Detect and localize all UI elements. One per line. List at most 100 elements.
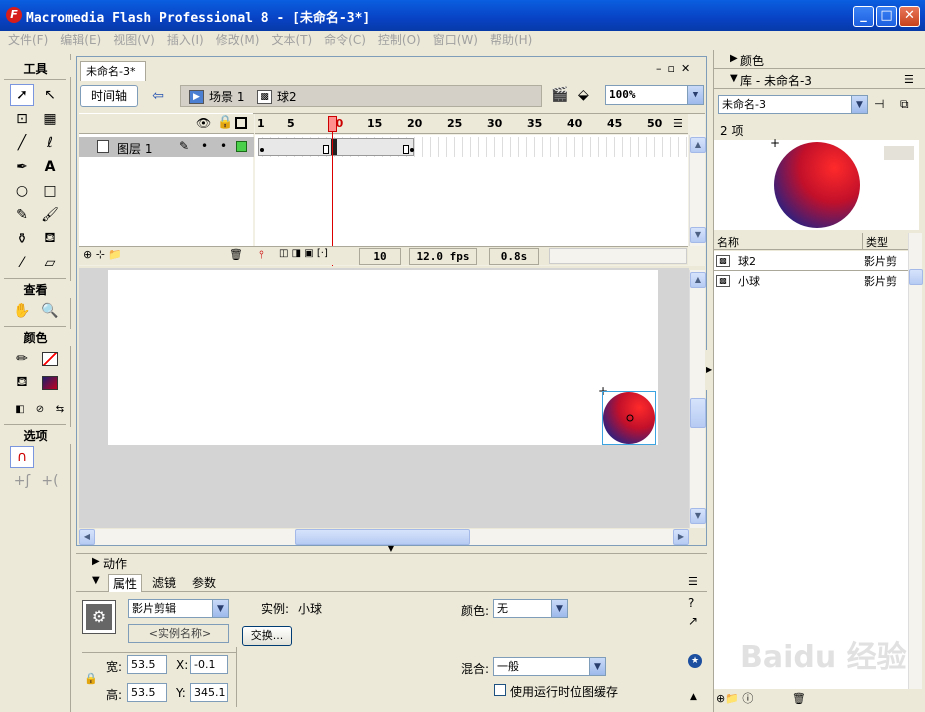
timeline-toggle-button[interactable]: 时间轴 (80, 85, 138, 107)
straighten-icon[interactable]: +( (38, 470, 62, 492)
width-field[interactable]: 53.5 (127, 655, 167, 674)
stage-vscrollbar[interactable]: ▲ ▼ (689, 270, 706, 528)
scroll-left-icon[interactable]: ◀ (79, 529, 95, 545)
color-effect-select[interactable]: 无 ▼ (493, 599, 568, 618)
lasso-tool-icon[interactable]: ℓ (38, 132, 62, 154)
instance-name-field[interactable]: <实例名称> (128, 624, 229, 643)
lock-icon[interactable]: 🔒 (217, 115, 233, 130)
ball-instance[interactable] (602, 391, 656, 445)
zoom-tool-icon[interactable]: 🔍 (38, 300, 62, 322)
hand-tool-icon[interactable]: ✋ (10, 300, 34, 322)
frame-rate[interactable]: 12.0 fps (409, 248, 477, 265)
playhead[interactable] (328, 116, 337, 266)
stage[interactable] (108, 270, 658, 445)
scroll-down-icon[interactable]: ▼ (690, 508, 706, 524)
color-panel-header[interactable]: ▶ 颜色 (714, 50, 925, 69)
back-arrow-icon[interactable]: ⇦ (148, 86, 168, 106)
col-type[interactable]: 类型 (866, 234, 888, 250)
brush-tool-icon[interactable]: 🖌 (38, 204, 62, 226)
fill-color-icon[interactable]: ⛾ (10, 372, 34, 394)
scroll-down-icon[interactable]: ▼ (690, 227, 706, 243)
maximize-button[interactable]: □ (876, 6, 897, 27)
cache-bitmap-checkbox[interactable] (494, 684, 506, 696)
menu-edit[interactable]: 编辑(E) (60, 31, 101, 50)
pen-tool-icon[interactable]: ✒ (10, 156, 34, 178)
collapse-arrow-icon[interactable]: ▼ (92, 575, 100, 586)
minimize-button[interactable]: _ (853, 6, 874, 27)
center-frame-icon[interactable]: ⫯ (259, 248, 264, 262)
visible-dot[interactable]: • (201, 139, 208, 153)
line-tool-icon[interactable]: ╱ (10, 132, 34, 154)
menu-help[interactable]: 帮助(H) (490, 31, 532, 50)
menu-commands[interactable]: 命令(C) (324, 31, 366, 50)
x-field[interactable]: -0.1 (190, 655, 228, 674)
subselection-tool-icon[interactable]: ↖ (38, 84, 62, 106)
menu-text[interactable]: 文本(T) (271, 31, 312, 50)
swap-button[interactable]: 交换... (242, 626, 292, 646)
onion-skin-icons[interactable]: ◫ ◨ ▣ [·] (279, 248, 328, 259)
add-layer-icons[interactable]: ⊕ ⊹ 📁 (83, 248, 122, 261)
lock-dot[interactable]: • (220, 139, 227, 153)
tab-filters[interactable]: 滤镜 (152, 574, 176, 591)
swap-colors-icon[interactable]: ⇆ (52, 398, 68, 420)
y-field[interactable]: 345.1 (190, 683, 228, 702)
scroll-thumb[interactable] (909, 269, 923, 285)
scroll-right-icon[interactable]: ▶ (673, 529, 689, 545)
outline-icon[interactable] (235, 117, 247, 129)
col-name[interactable]: 名称 (717, 234, 739, 250)
free-transform-tool-icon[interactable]: ⊡ (10, 108, 34, 130)
help-icon[interactable]: ? (688, 596, 694, 610)
scroll-up-icon[interactable]: ▲ (690, 272, 706, 288)
menu-view[interactable]: 视图(V) (113, 31, 155, 50)
smooth-icon[interactable]: +ʃ (10, 470, 34, 492)
accessibility-icon[interactable]: ★ (688, 654, 702, 668)
tab-parameters[interactable]: 参数 (192, 574, 216, 591)
menu-control[interactable]: 控制(O) (378, 31, 421, 50)
eye-icon[interactable]: 👁 (196, 116, 211, 130)
panel-menu-icon[interactable]: ☰ (904, 73, 914, 86)
edit-actionscript-icon[interactable]: ↗ (688, 614, 698, 628)
doc-window-controls[interactable]: –▫✕ (656, 62, 696, 75)
tab-properties[interactable]: 属性 (108, 574, 143, 592)
scroll-up-icon[interactable]: ▲ (690, 137, 706, 153)
close-button[interactable]: ✕ (899, 6, 920, 27)
rectangle-tool-icon[interactable]: □ (38, 180, 62, 202)
edit-symbol-icon[interactable]: ⬙ (578, 87, 589, 103)
preview-controls[interactable] (884, 146, 914, 160)
pencil-tool-icon[interactable]: ✎ (10, 204, 34, 226)
eraser-tool-icon[interactable]: ▱ (38, 252, 62, 274)
ink-bottle-tool-icon[interactable]: ⚱ (10, 228, 34, 250)
library-select[interactable]: 未命名-3 ▼ (718, 95, 868, 114)
panel-menu-icon[interactable]: ☰ (688, 575, 698, 588)
text-tool-icon[interactable]: A (38, 156, 62, 178)
edit-scene-icon[interactable]: 🎬 (551, 87, 568, 103)
blend-select[interactable]: 一般 ▼ (493, 657, 606, 676)
layer-row[interactable]: 图层 1 ✎ • • (79, 137, 254, 157)
oval-tool-icon[interactable]: ○ (10, 180, 34, 202)
lock-aspect-icon[interactable]: 🔒 (84, 672, 98, 685)
hscroll-thumb[interactable] (295, 529, 470, 545)
panel-collapse-handle[interactable]: ▼ (366, 545, 416, 553)
zoom-select[interactable]: 100% ▼ (605, 85, 704, 105)
keyframe-span[interactable] (258, 138, 414, 156)
fill-transform-tool-icon[interactable]: ▦ (38, 108, 62, 130)
menu-modify[interactable]: 修改(M) (216, 31, 260, 50)
paint-bucket-tool-icon[interactable]: ⛾ (38, 228, 62, 250)
menu-insert[interactable]: 插入(I) (167, 31, 204, 50)
library-scrollbar[interactable] (908, 233, 923, 689)
eyedropper-tool-icon[interactable]: ⁄ (10, 252, 34, 274)
breadcrumb-symbol[interactable]: ▩ 球2 (257, 88, 297, 105)
library-item[interactable]: ▩ 球2 影片剪 (714, 251, 908, 271)
outline-color-swatch[interactable] (236, 141, 247, 152)
timeline-menu-icon[interactable]: ☰ (673, 117, 683, 130)
pin-library-icon[interactable]: ⊣ (874, 97, 884, 111)
stroke-color-swatch[interactable] (38, 348, 62, 370)
no-color-icon[interactable]: ⊘ (32, 398, 48, 420)
document-tab[interactable]: 未命名-3* (80, 61, 146, 81)
breadcrumb-scene[interactable]: ▶ 场景 1 (189, 88, 244, 105)
menu-window[interactable]: 窗口(W) (433, 31, 478, 50)
scroll-thumb[interactable] (690, 398, 706, 428)
actions-panel-header[interactable]: ▶ 动作 (76, 553, 707, 571)
panel-collapse-handle[interactable]: ▶ (706, 350, 712, 390)
frame-hscrollbar[interactable] (549, 248, 687, 264)
